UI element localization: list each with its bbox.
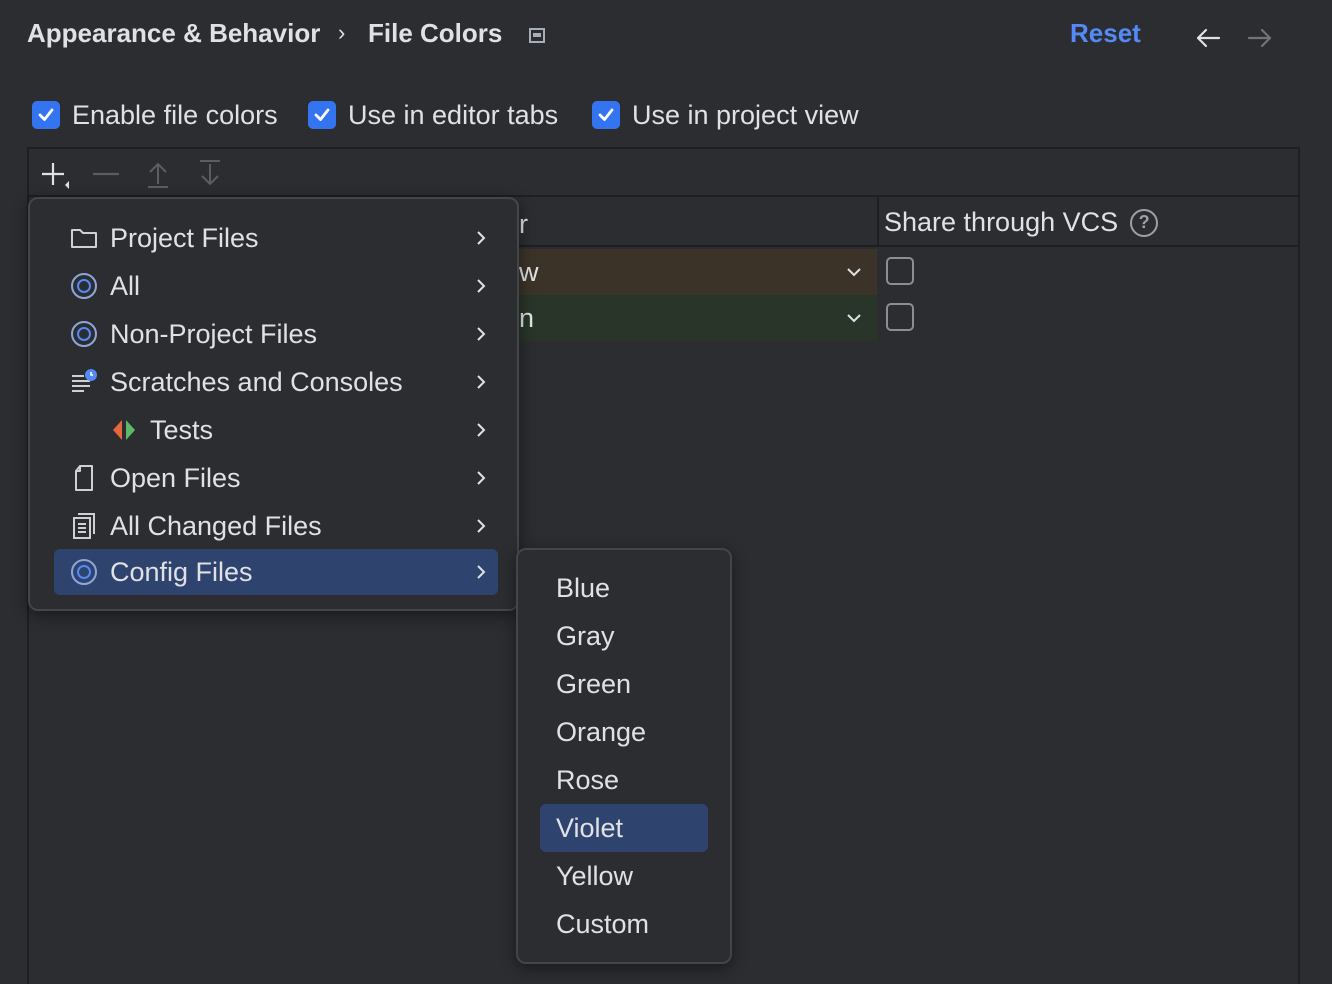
menu-item-config-files[interactable]: Config Files [54,549,498,595]
menu-item-tests[interactable]: Tests [54,407,498,453]
chevron-right-icon [477,471,486,485]
menu-item-label: Non-Project Files [110,319,318,349]
color-option-green[interactable]: Green [540,660,708,708]
menu-item-all-changed-files[interactable]: All Changed Files [54,503,498,549]
use-in-editor-tabs-checkbox[interactable] [308,101,336,129]
remove-icon[interactable] [91,159,121,189]
menu-item-non-project-files[interactable]: Non-Project Files [54,311,498,357]
chevron-down-icon[interactable] [845,263,863,281]
share-checkbox[interactable] [886,303,914,331]
share-through-vcs-header: Share through VCS ? [884,207,1159,238]
color-option-label: Violet [556,813,624,843]
color-cell[interactable]: n [519,303,534,334]
settings-header: Appearance & Behavior › File Colors Rese… [0,0,1332,72]
chevron-down-icon[interactable] [845,309,863,327]
color-option-violet[interactable]: Violet [540,804,708,852]
breadcrumb-separator: › [338,20,346,45]
menu-item-label: Open Files [110,463,241,493]
column-divider [877,197,879,247]
color-option-label: Orange [556,717,647,747]
menu-item-label: Project Files [110,223,259,253]
color-option-rose[interactable]: Rose [540,756,708,804]
use-in-project-view-option[interactable]: Use in project view [592,98,859,132]
help-icon[interactable]: ? [1130,208,1159,237]
use-in-editor-tabs-option[interactable]: Use in editor tabs [308,98,558,132]
scope-icon [70,558,98,586]
color-option-label: Green [556,669,632,699]
use-in-project-view-checkbox[interactable] [592,101,620,129]
check-icon [38,108,54,121]
share-through-vcs-label: Share through VCS [884,207,1119,237]
chevron-right-icon [477,375,486,389]
file-icon [70,464,98,492]
arrow-right-icon[interactable] [1246,22,1274,52]
arrow-left-icon[interactable] [1194,22,1222,52]
menu-item-label: Config Files [110,557,253,587]
color-option-gray[interactable]: Gray [540,612,708,660]
changed-files-icon [70,512,98,540]
menu-item-label: Scratches and Consoles [110,367,403,397]
color-cell[interactable]: w [519,257,539,288]
chevron-right-icon [477,327,486,341]
menu-item-label: Tests [150,415,214,445]
use-in-editor-tabs-label: Use in editor tabs [348,99,559,130]
enable-file-colors-option[interactable]: Enable file colors [32,98,278,132]
menu-item-scratches-and-consoles[interactable]: Scratches and Consoles [54,359,498,405]
color-option-yellow[interactable]: Yellow [540,852,708,900]
column-header-fragment: r [519,209,528,239]
move-down-icon[interactable] [195,159,225,189]
menu-item-label: All Changed Files [110,511,322,541]
check-icon [598,108,614,121]
chevron-right-icon [477,423,486,437]
help-glyph: ? [1138,212,1150,232]
color-option-label: Rose [556,765,620,795]
chevron-right-icon [477,231,486,245]
menu-item-all[interactable]: All [54,263,498,309]
scope-icon [70,272,98,300]
share-checkbox[interactable] [886,257,914,285]
folder-icon [70,224,98,252]
color-option-label: Custom [556,909,650,939]
scope-icon [70,320,98,348]
enable-file-colors-label: Enable file colors [72,99,278,130]
chevron-right-icon [477,519,486,533]
color-option-label: Gray [556,621,615,651]
menu-item-open-files[interactable]: Open Files [54,455,498,501]
menu-item-label: All [110,271,141,301]
table-toolbar [29,149,1298,197]
tests-icon [110,416,138,444]
scope-popup-menu: Project Files All Non-Project Files Scra… [28,197,519,611]
breadcrumb-parent[interactable]: Appearance & Behavior [27,18,320,49]
use-in-project-view-label: Use in project view [632,99,859,130]
color-option-orange[interactable]: Orange [540,708,708,756]
window-icon[interactable] [529,28,545,43]
color-option-label: Blue [556,573,611,603]
reset-button[interactable]: Reset [1070,18,1141,49]
chevron-right-icon [477,565,486,579]
scratches-icon [70,368,98,396]
move-up-icon[interactable] [143,159,173,189]
chevron-right-icon [477,279,486,293]
enable-file-colors-checkbox[interactable] [32,101,60,129]
check-icon [314,108,330,121]
color-option-label: Yellow [556,861,634,891]
page-title: File Colors [368,18,503,48]
color-option-custom[interactable]: Custom [540,900,708,948]
color-submenu: Blue Gray Green Orange Rose Violet Yello… [516,548,732,964]
menu-item-project-files[interactable]: Project Files [54,215,498,261]
color-option-blue[interactable]: Blue [540,564,708,612]
add-icon[interactable] [39,159,69,189]
